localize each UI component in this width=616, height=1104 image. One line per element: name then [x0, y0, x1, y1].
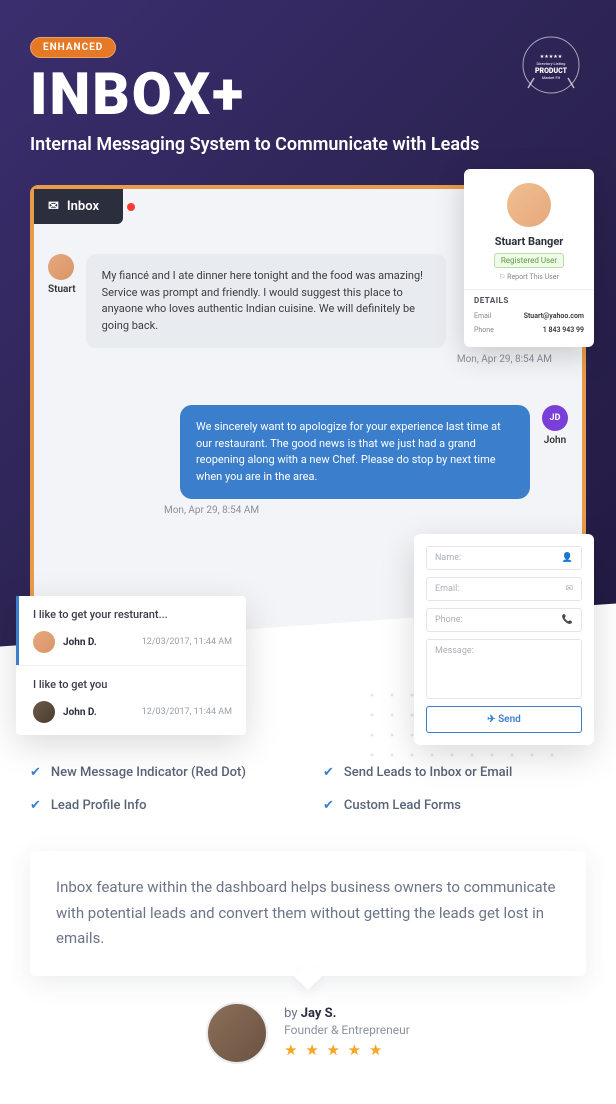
avatar: [33, 631, 55, 653]
feature-item: ✔ New Message Indicator (Red Dot): [30, 765, 293, 780]
detail-row: Phone1 843 943 99: [474, 323, 584, 337]
feature-list: ✔ New Message Indicator (Red Dot) ✔ Send L…: [30, 765, 586, 813]
testimonial-author: by Jay S. Founder & Entrepreneur ★ ★ ★ ★…: [30, 1002, 586, 1064]
mail-icon: ✉: [48, 199, 59, 214]
page-subtitle: Internal Messaging System to Communicate…: [30, 134, 586, 155]
profile-name: Stuart Banger: [474, 235, 584, 248]
mail-icon: ✉: [565, 584, 573, 594]
avatar: [507, 183, 551, 227]
hero-section: ENHANCED ★★★★★Directory ListingPRODUCTMa…: [0, 0, 616, 665]
check-icon: ✔: [323, 765, 334, 780]
testimonial-card: Inbox feature within the dashboard helps…: [30, 851, 586, 976]
enhanced-badge: ENHANCED: [30, 37, 116, 58]
message-timestamp: Mon, Apr 29, 8:54 AM: [34, 499, 582, 516]
check-icon: ✔: [30, 765, 41, 780]
incoming-message-bubble: My fiancé and I ate dinner here tonight …: [86, 254, 446, 348]
author-byline: by Jay S.: [284, 1006, 410, 1021]
list-item[interactable]: I like to get you John D. 12/03/2017, 11…: [16, 665, 246, 735]
sender-name: Stuart: [48, 284, 76, 295]
feature-item: ✔ Custom Lead Forms: [323, 798, 586, 813]
star-rating: ★ ★ ★ ★ ★: [284, 1041, 410, 1059]
phone-icon: 📞: [562, 615, 573, 625]
report-user-link[interactable]: ⚐ Report This User: [474, 273, 584, 281]
feature-text: Custom Lead Forms: [344, 798, 461, 813]
name-field[interactable]: Name:👤: [426, 546, 582, 570]
author-role: Founder & Entrepreneur: [284, 1023, 410, 1037]
avatar: [206, 1002, 268, 1064]
list-item[interactable]: I like to get your resturant... John D. …: [16, 596, 246, 665]
preview-name: John D.: [63, 707, 97, 718]
email-field[interactable]: Email:✉: [426, 577, 582, 601]
preview-text: I like to get you: [33, 678, 232, 691]
avatar: [33, 701, 55, 723]
svg-text:Market Fit: Market Fit: [542, 75, 561, 80]
inbox-mockup: ✉ Inbox Stuart My fiancé and I ate dinne…: [30, 185, 586, 665]
phone-field[interactable]: Phone:📞: [426, 608, 582, 632]
preview-name: John D.: [63, 637, 97, 648]
product-award-badge: ★★★★★Directory ListingPRODUCTMarket Fit: [516, 30, 586, 100]
preview-text: I like to get your resturant...: [33, 608, 232, 621]
check-icon: ✔: [323, 798, 334, 813]
feature-item: ✔ Send Leads to Inbox or Email: [323, 765, 586, 780]
reply-name: John: [542, 435, 568, 446]
feature-item: ✔ Lead Profile Info: [30, 798, 293, 813]
lead-form-card: Name:👤 Email:✉ Phone:📞 Message: ✈ Send: [414, 534, 594, 745]
detail-row: EmailStuart@yahoo.com: [474, 309, 584, 323]
svg-text:PRODUCT: PRODUCT: [535, 67, 568, 75]
preview-date: 12/03/2017, 11:44 AM: [142, 637, 232, 647]
avatar: JD: [542, 405, 568, 431]
profile-role-badge: Registered User: [494, 253, 564, 268]
preview-date: 12/03/2017, 11:44 AM: [142, 707, 232, 717]
svg-text:★★★★★: ★★★★★: [540, 54, 563, 60]
inbox-tab-label: Inbox: [67, 199, 99, 214]
check-icon: ✔: [30, 798, 41, 813]
avatar: [48, 254, 74, 280]
feature-text: New Message Indicator (Red Dot): [51, 765, 246, 780]
outgoing-message-bubble: We sincerely want to apologize for your …: [180, 405, 530, 499]
new-message-dot-icon: [127, 203, 135, 211]
details-header: DETAILS: [474, 290, 584, 309]
inbox-tab[interactable]: ✉ Inbox: [34, 189, 123, 224]
message-field[interactable]: Message:: [426, 639, 582, 699]
message-preview-list: I like to get your resturant... John D. …: [16, 596, 246, 735]
send-button[interactable]: ✈ Send: [426, 706, 582, 733]
svg-text:Directory Listing: Directory Listing: [537, 61, 566, 66]
reply-avatar-column: JD John: [542, 405, 568, 499]
send-icon: ✈: [487, 714, 498, 725]
feature-text: Lead Profile Info: [51, 798, 147, 813]
profile-card: Stuart Banger Registered User ⚐ Report T…: [464, 169, 594, 347]
message-timestamp: Mon, Apr 29, 8:54 AM: [34, 348, 582, 365]
sender-avatar-column: Stuart: [48, 254, 76, 348]
user-icon: 👤: [562, 553, 573, 563]
testimonial-body: Inbox feature within the dashboard helps…: [56, 875, 560, 952]
feature-text: Send Leads to Inbox or Email: [344, 765, 512, 780]
page-title: INBOX+: [30, 66, 586, 124]
